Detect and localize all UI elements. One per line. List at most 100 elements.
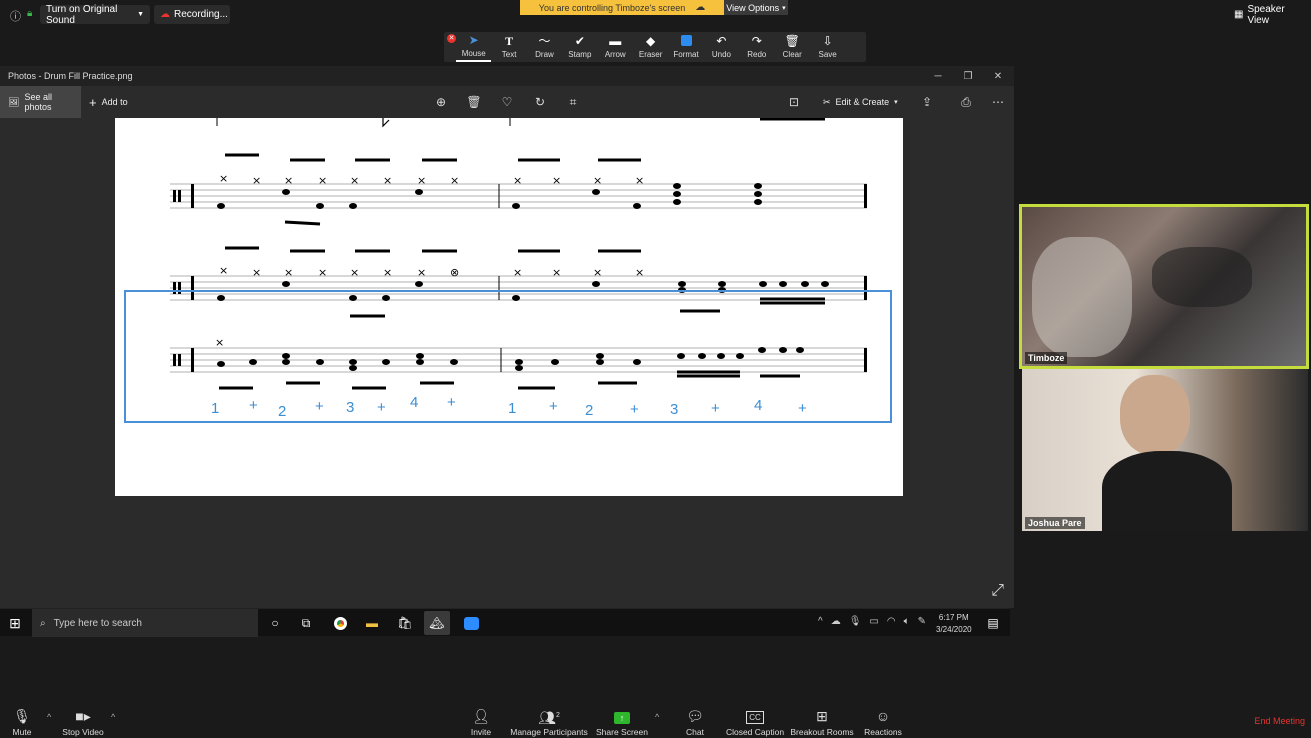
tool-eraser[interactable]: ◆ Eraser	[633, 32, 668, 62]
count-m2-8: +	[798, 400, 807, 417]
pen-icon[interactable]: ✎	[918, 616, 926, 627]
stop-video-button[interactable]: ■▸ Stop Video	[62, 705, 104, 737]
add-to-label: Add to	[101, 97, 128, 107]
svg-text:×: ×	[350, 266, 359, 279]
tool-stamp[interactable]: ✔ Stamp	[562, 32, 597, 62]
photos-toolbar: 🖼︎ See all photos + Add to ⊕ 🗑︎ ♡ ↻ ⌗ ⊡ …	[0, 86, 1014, 118]
video-tile-active-speaker[interactable]: Timboze	[1019, 204, 1309, 369]
tool-save[interactable]: ⇩ Save	[810, 32, 845, 62]
share-options-caret-icon[interactable]: ^	[655, 712, 659, 722]
enhance-icon[interactable]: ⊡	[786, 94, 802, 110]
speaker-view-button[interactable]: ▦ Speaker View	[1228, 4, 1306, 26]
battery-icon[interactable]: ▭	[869, 616, 878, 627]
original-sound-label: Turn on Original Sound	[46, 3, 118, 26]
svg-text:×: ×	[219, 264, 228, 277]
video-camera-icon: ■▸	[75, 708, 91, 724]
photos-title: Photos - Drum Fill Practice.png	[8, 71, 133, 81]
lock-icon[interactable]: 🔒︎	[27, 8, 32, 19]
see-all-photos-button[interactable]: 🖼︎ See all photos	[0, 86, 81, 118]
search-icon: ⌕	[40, 617, 46, 629]
recording-button[interactable]: ☁ Recording...	[154, 5, 230, 24]
photos-app-icon[interactable]: 🏔︎	[424, 611, 450, 635]
redo-icon: ↷	[751, 34, 762, 48]
manage-participants-button[interactable]: 👥︎2 Manage Participants	[510, 705, 588, 737]
zoom-icon[interactable]: ⊕	[433, 94, 449, 110]
tool-clear[interactable]: 🗑︎ Clear	[775, 32, 810, 62]
notifications-icon[interactable]: ▤	[980, 611, 1006, 635]
photo-icon: 🖼︎	[8, 96, 20, 107]
manage-participants-label: Manage Participants	[510, 727, 588, 737]
tool-undo[interactable]: ↶ Undo	[704, 32, 739, 62]
heart-icon[interactable]: ♡	[499, 94, 515, 110]
store-icon[interactable]: 🛍︎	[392, 611, 418, 635]
close-icon[interactable]: ✕	[983, 66, 1013, 86]
taskbar-search[interactable]: ⌕ Type here to search	[32, 609, 258, 637]
recording-label: Recording...	[174, 9, 228, 20]
taskbar-clock[interactable]: 6:17 PM 3/24/2020	[936, 612, 972, 636]
tool-draw[interactable]: 〜 Draw	[527, 32, 562, 62]
tool-label: Save	[818, 50, 837, 59]
video-options-caret-icon[interactable]: ^	[111, 712, 115, 722]
add-user-icon: 👤︎	[472, 708, 490, 724]
svg-text:×: ×	[513, 174, 522, 187]
eraser-icon: ◆	[646, 34, 656, 48]
info-icon[interactable]: ⓘ	[10, 8, 21, 24]
microphone-icon[interactable]: 🎙︎	[849, 616, 862, 627]
tool-text[interactable]: T Text	[491, 32, 526, 62]
wifi-icon[interactable]: ◠	[887, 616, 896, 627]
print-icon[interactable]: ⎙	[958, 94, 974, 110]
closed-caption-button[interactable]: CC Closed Caption	[726, 705, 784, 737]
tool-arrow[interactable]: ▬ Arrow	[598, 32, 633, 62]
count-m2-2: +	[549, 398, 558, 415]
chevron-down-icon: ▾	[782, 4, 786, 12]
delete-icon[interactable]: 🗑︎	[466, 94, 482, 110]
crop-icon[interactable]: ⌗	[565, 94, 581, 110]
count-m1-5: 3	[346, 399, 355, 416]
more-icon[interactable]: ⋯	[990, 94, 1006, 110]
mute-button[interactable]: 🎙︎ Mute	[10, 705, 34, 737]
svg-text:×: ×	[252, 174, 261, 187]
file-explorer-icon[interactable]: ▬	[359, 611, 385, 635]
tool-label: Stamp	[568, 50, 592, 59]
svg-text:×: ×	[417, 266, 426, 279]
original-sound-button[interactable]: Turn on Original Sound ▼	[40, 3, 150, 26]
share-icon[interactable]: ⇪	[919, 94, 935, 110]
tool-label: Format	[673, 50, 699, 59]
minimize-icon[interactable]: ─	[923, 66, 953, 86]
windows-start-icon[interactable]: ⊞	[0, 609, 30, 637]
share-screen-button[interactable]: ↑ Share Screen	[596, 705, 648, 737]
tool-format[interactable]: Format	[668, 32, 703, 62]
add-to-button[interactable]: + Add to	[89, 86, 128, 118]
invite-button[interactable]: 👤︎ Invite	[470, 705, 492, 737]
invite-label: Invite	[470, 727, 492, 737]
svg-text:×: ×	[383, 266, 392, 279]
fullscreen-icon[interactable]: ⤢	[991, 582, 1004, 600]
cortana-icon[interactable]: ○	[262, 611, 288, 635]
stop-video-label: Stop Video	[62, 727, 104, 737]
rotate-icon[interactable]: ↻	[532, 94, 548, 110]
edit-create-button[interactable]: ✂ Edit & Create ▾	[823, 86, 898, 118]
clock-date: 3/24/2020	[936, 625, 972, 634]
pointer-icon: ➤	[468, 33, 479, 47]
zoom-app-icon[interactable]	[458, 611, 484, 635]
reactions-button[interactable]: ☺ Reactions	[864, 705, 902, 737]
tool-redo[interactable]: ↷ Redo	[739, 32, 774, 62]
volume-icon[interactable]: 🔈︎	[904, 616, 910, 627]
restore-icon[interactable]: ❐	[953, 66, 983, 86]
task-view-icon[interactable]: ⧉	[293, 611, 319, 635]
audio-options-caret-icon[interactable]: ^	[47, 712, 51, 722]
mute-label: Mute	[12, 727, 32, 737]
close-annotation-icon[interactable]: ✕	[447, 34, 456, 43]
video-tile-self[interactable]: Joshua Pare	[1022, 369, 1308, 531]
onedrive-icon[interactable]: ☁	[831, 616, 841, 627]
participant-count: 2	[555, 712, 560, 719]
chat-button[interactable]: 💬︎ Chat	[684, 705, 706, 737]
view-options-button[interactable]: View Options ▾	[724, 0, 788, 15]
chevron-up-icon[interactable]: ^	[818, 616, 823, 627]
count-m2-1: 1	[508, 400, 517, 417]
chrome-icon[interactable]	[327, 611, 353, 635]
breakout-rooms-button[interactable]: ⊞ Breakout Rooms	[790, 705, 853, 737]
tool-mouse[interactable]: ➤ Mouse	[456, 32, 492, 62]
end-meeting-button[interactable]: End Meeting	[1254, 716, 1305, 726]
smiley-icon: ☺	[875, 708, 891, 724]
